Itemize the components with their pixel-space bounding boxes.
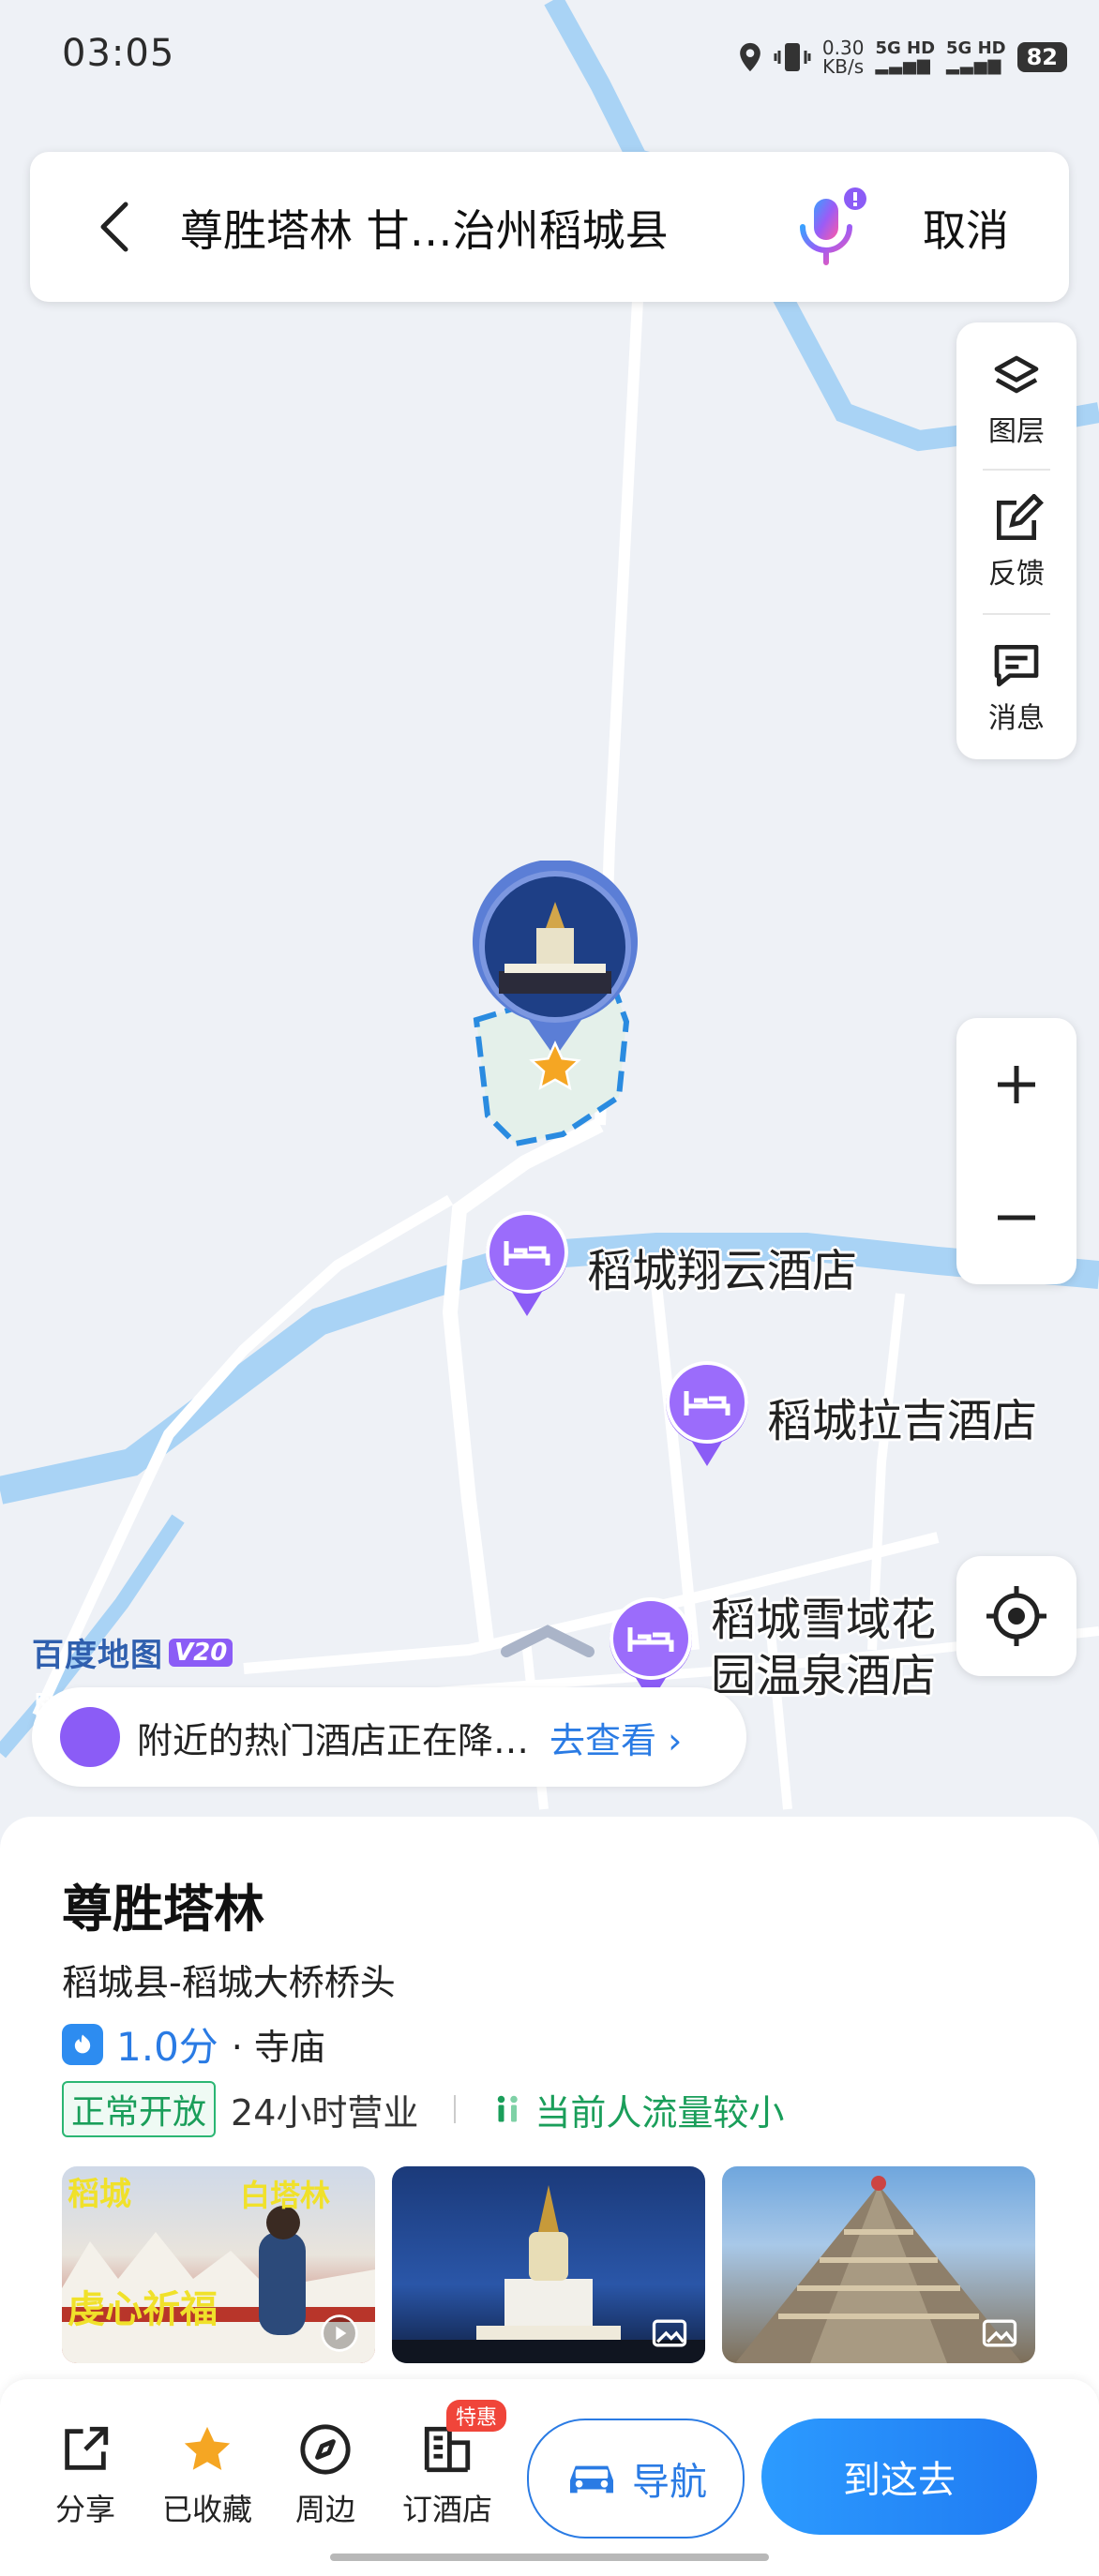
book-hotel-button[interactable]: 订酒店 (396, 2422, 499, 2529)
cancel-button[interactable]: 取消 (923, 197, 1009, 259)
feedback-button[interactable]: 反馈 (956, 472, 1076, 613)
message-icon (994, 645, 1039, 687)
share-button[interactable]: 分享 (34, 2422, 137, 2529)
share-icon (65, 2426, 109, 2470)
locate-me-button[interactable] (956, 1556, 1076, 1676)
divider (983, 469, 1050, 471)
rating-score: 1.0分 (116, 2024, 218, 2070)
location-icon (740, 42, 760, 72)
hotel-label-line: 稻城雪域花 (711, 1594, 937, 1646)
microphone-icon (800, 187, 866, 265)
crosshair-icon (986, 1586, 1046, 1646)
place-photo[interactable] (722, 2166, 1035, 2363)
poi-photo-pin[interactable] (471, 861, 640, 1067)
voice-search-button[interactable] (790, 186, 868, 270)
layers-button[interactable]: 图层 (956, 330, 1076, 471)
home-indicator[interactable] (330, 2554, 769, 2561)
status-icons: 0.30 KB/s 5G HD ▂▃▅▆ 5G HD ▂▃▅▆ 82 (738, 34, 1067, 81)
compass-icon (300, 2424, 351, 2475)
hotel-pin-icon[interactable] (482, 1207, 572, 1320)
map-tools-panel: 图层 反馈 消息 (956, 322, 1076, 759)
net-speed: 0.30 KB/s (822, 38, 865, 76)
plus-icon (998, 1066, 1035, 1103)
crowd-text: 当前人流量较小 (534, 2091, 785, 2134)
edit-icon (997, 494, 1044, 540)
crowd-status: 当前人流量较小 (491, 2084, 784, 2135)
zoom-in-button[interactable] (956, 1018, 1076, 1151)
photo-overlay-text: 白塔林 (240, 2178, 331, 2213)
net-speed-unit: KB/s (822, 55, 865, 78)
people-icon (498, 2095, 519, 2122)
messages-label: 消息 (988, 702, 1045, 735)
book-hotel-label: 订酒店 (401, 2492, 492, 2527)
hotel-label[interactable]: 稻城雪域花 园温泉酒店 (711, 1592, 936, 1704)
place-photo[interactable] (392, 2166, 705, 2363)
place-title: 尊胜塔林 (62, 1880, 264, 1939)
divider (454, 2095, 457, 2123)
building-icon (36, 1693, 120, 1767)
rating-icon (62, 2023, 103, 2065)
feedback-label: 反馈 (988, 558, 1045, 591)
bottom-action-bar: 分享 已收藏 周边 订酒店 特惠 导航 到这去 (0, 2379, 1099, 2576)
hotel-label[interactable]: 稻城拉吉酒店 (767, 1384, 1037, 1449)
promo-text: 附近的热门酒店正在降… (137, 1719, 530, 1761)
back-button[interactable] (86, 189, 143, 264)
status-time: 03:05 (62, 32, 175, 75)
saved-button[interactable]: 已收藏 (156, 2422, 259, 2529)
net-speed-value: 0.30 (821, 37, 865, 59)
image-icon (982, 2319, 1017, 2347)
photo-overlay-text: 稻城 (68, 2176, 131, 2213)
navigate-button[interactable]: 导航 (527, 2419, 745, 2539)
map-brand-logo: 百度地图 V20 (32, 1629, 233, 1675)
hotel-label-line: 园温泉酒店 (711, 1650, 937, 1702)
image-icon (652, 2319, 687, 2347)
place-address: 稻城县-稻城大桥桥头 (62, 1962, 396, 2003)
divider (983, 613, 1050, 615)
layers-icon (994, 355, 1039, 394)
brand-name: 百度地图 (32, 1637, 163, 1674)
minus-icon (998, 1215, 1035, 1221)
zoom-out-button[interactable] (956, 1151, 1076, 1284)
chevron-left-icon (100, 202, 128, 252)
navigate-label: 导航 (632, 2461, 707, 2504)
promo-link[interactable]: 去查看 › (550, 1712, 682, 1763)
battery-level: 82 (1016, 42, 1067, 72)
play-icon (321, 2314, 358, 2352)
saved-label: 已收藏 (161, 2492, 252, 2527)
promo-link-label: 去查看 (550, 1719, 657, 1761)
car-icon (570, 2465, 613, 2494)
search-query[interactable]: 尊胜塔林 甘…治州稻城县 (180, 197, 669, 259)
photo-overlay-text: 虔心祈福 (68, 2288, 218, 2331)
nearby-label: 周边 (294, 2492, 355, 2527)
opening-hours: 24小时营业 (231, 2091, 419, 2134)
go-here-button[interactable]: 到这去 (761, 2419, 1037, 2535)
place-category: · 寺庙 (231, 2027, 325, 2068)
brand-version: V20 (169, 1638, 233, 1667)
layers-label: 图层 (988, 415, 1045, 448)
vibrate-icon (774, 43, 811, 71)
search-bar[interactable]: 尊胜塔林 甘…治州稻城县 取消 (30, 152, 1069, 302)
hotel-label[interactable]: 稻城翔云酒店 (587, 1234, 857, 1299)
hotel-pin-icon[interactable] (662, 1357, 752, 1470)
star-icon (184, 2426, 231, 2470)
place-photo-video[interactable]: 稻城 白塔林 虔心祈福 (62, 2166, 375, 2363)
messages-button[interactable]: 消息 (956, 617, 1076, 757)
hotel-promo-banner[interactable]: 附近的热门酒店正在降… 去查看 › (32, 1687, 746, 1787)
status-row: 正常开放 24小时营业 当前人流量较小 (62, 2081, 784, 2137)
signal-sim1: 5G HD ▂▃▅▆ (875, 38, 936, 75)
favorite-star-icon (527, 1039, 583, 1095)
share-label: 分享 (54, 2492, 115, 2527)
zoom-controls (956, 1018, 1076, 1284)
special-offer-badge: 特惠 (446, 2400, 507, 2432)
open-status-badge: 正常开放 (62, 2081, 217, 2137)
signal-sim2: 5G HD ▂▃▅▆ (946, 38, 1006, 75)
rating-row[interactable]: 1.0分 · 寺庙 (62, 2015, 325, 2073)
nearby-button[interactable]: 周边 (274, 2422, 377, 2529)
